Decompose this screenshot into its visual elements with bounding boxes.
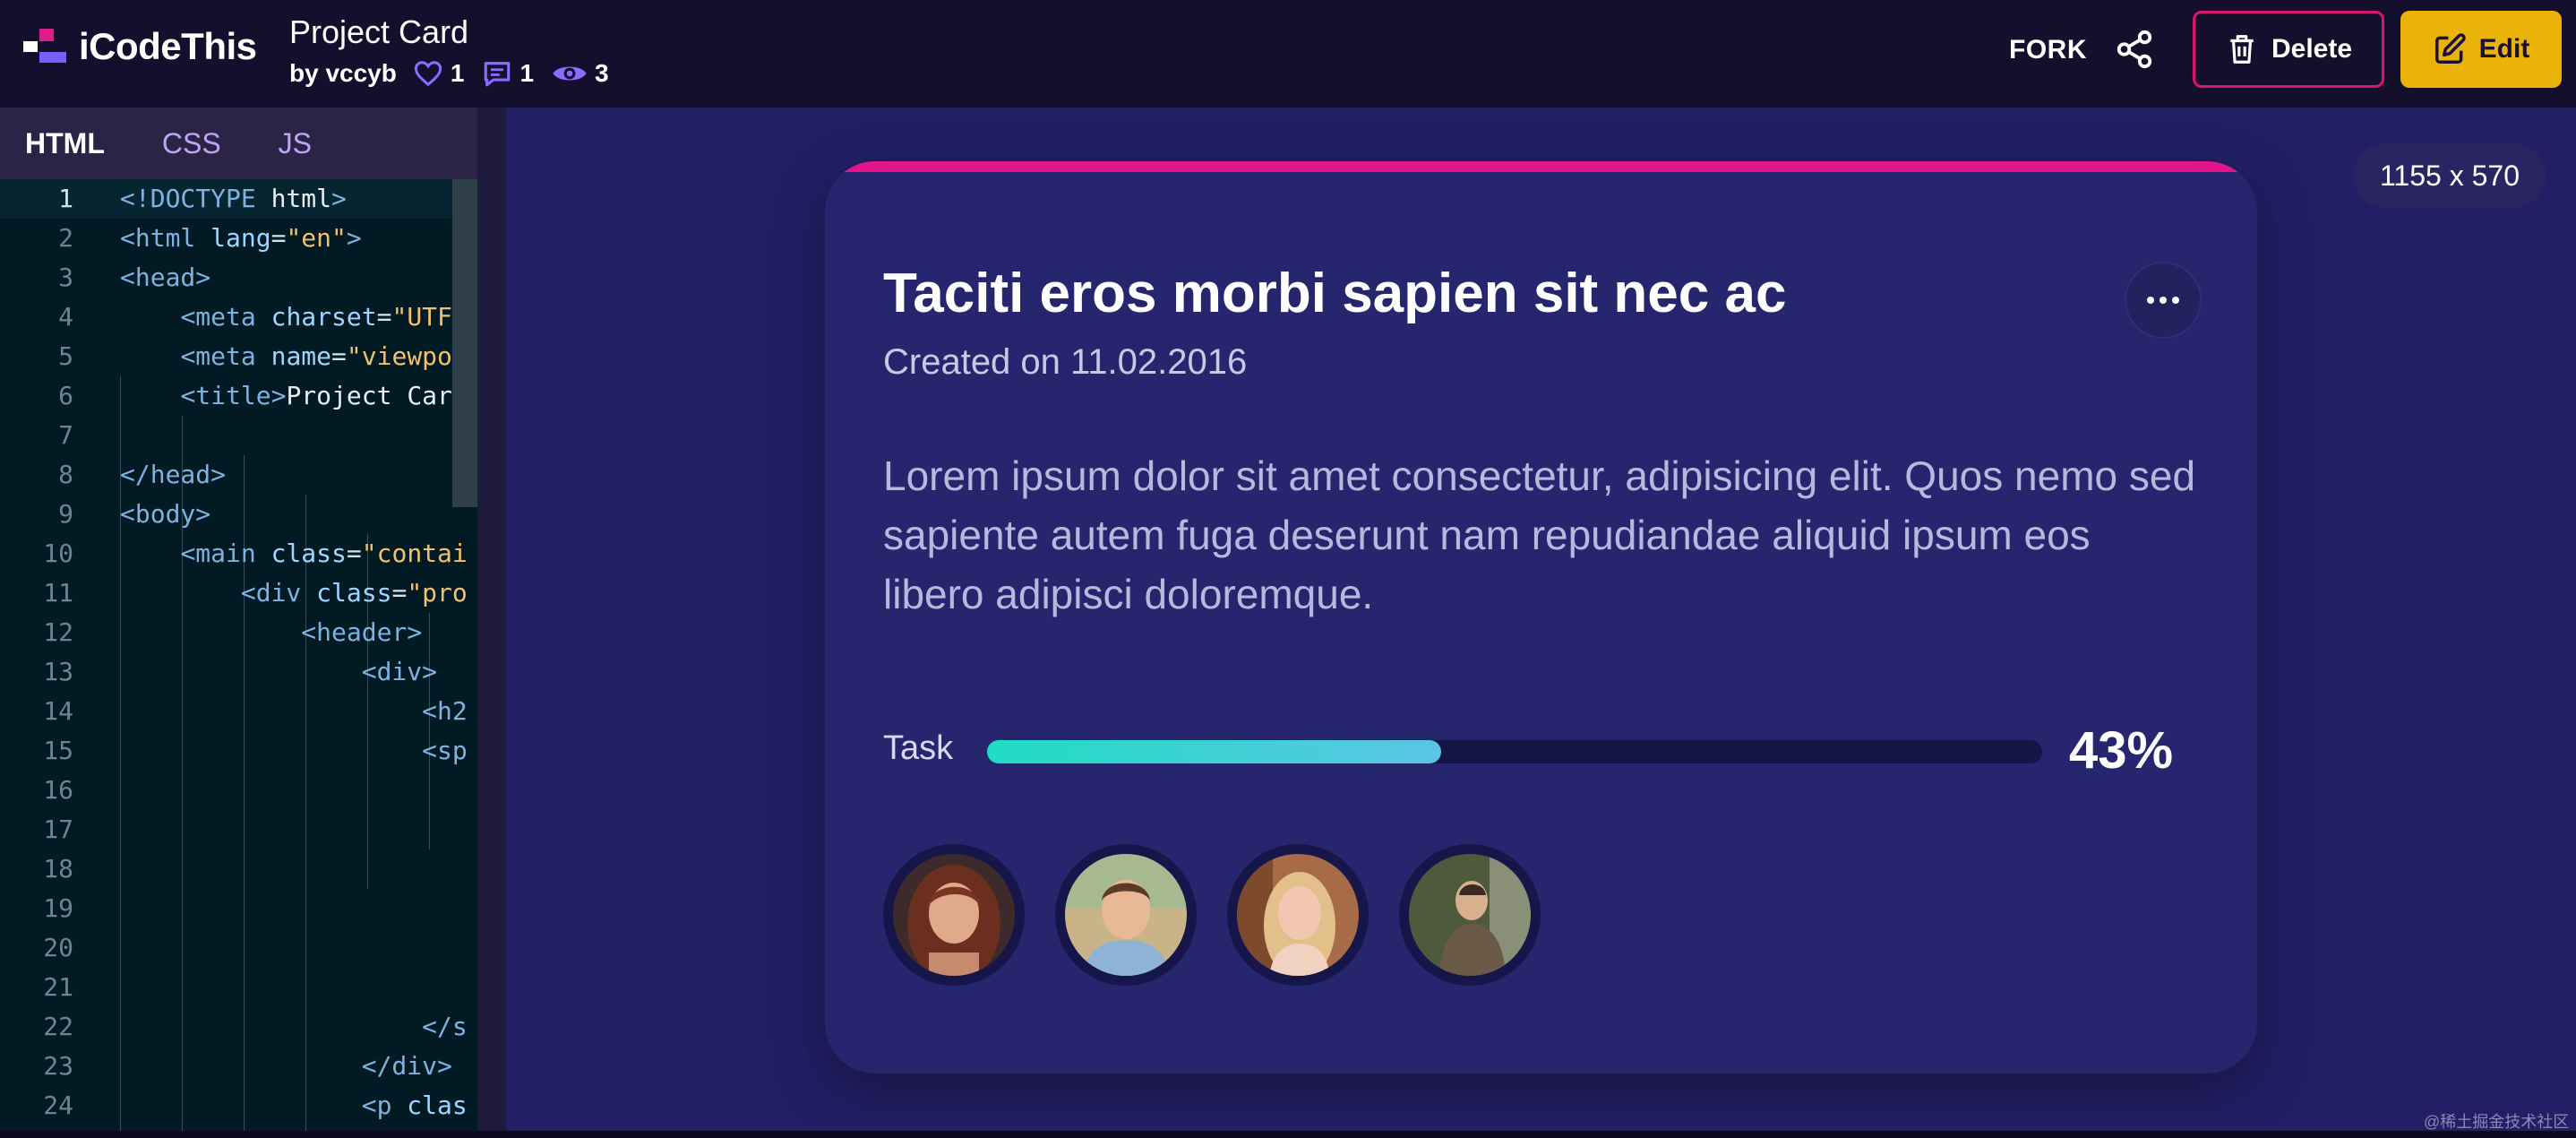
edit-button[interactable]: Edit (2400, 11, 2562, 88)
more-options-button[interactable] (2125, 262, 2202, 339)
delete-label: Delete (2271, 34, 2353, 64)
code-line: 2 <html lang="en"> (58, 223, 362, 253)
progress-fill (987, 740, 1441, 763)
avatar[interactable] (1399, 844, 1541, 986)
project-header: Project Card by vccyb 1 1 3 (289, 13, 627, 88)
code-line: 4 <meta charset="UTF- (58, 302, 468, 332)
comments-stat[interactable]: 1 (482, 59, 534, 88)
views-stat: 3 (552, 59, 609, 88)
edit-label: Edit (2478, 34, 2530, 64)
code-line: 7 (58, 420, 73, 450)
likes-count: 1 (450, 59, 465, 87)
avatar[interactable] (1227, 844, 1369, 986)
code-line: 5 <meta name="viewpor (58, 341, 468, 371)
bottom-edge (0, 1131, 2576, 1138)
share-icon (2117, 30, 2152, 69)
tab-css[interactable]: CSS (162, 127, 221, 160)
code-line: 23 </div> (43, 1051, 452, 1081)
likes-stat[interactable]: 1 (413, 59, 465, 88)
code-line: 19 (43, 893, 73, 923)
comment-icon (485, 62, 511, 87)
code-area[interactable]: 1 <!DOCTYPE html> 2 <html lang="en"> 3 <hea… (0, 179, 477, 1131)
delete-button[interactable]: Delete (2193, 11, 2384, 88)
card-description: Lorem ipsum dolor sit amet consectetur, … (883, 453, 2196, 617)
code-line: 3 <head> (58, 263, 211, 292)
edit-icon (2434, 33, 2466, 64)
project-card: Taciti eros morbi sapien sit nec ac Crea… (825, 161, 2257, 1073)
code-line: 6 <title>Project Card (58, 381, 468, 410)
code-line: 16 (43, 775, 73, 805)
comments-count: 1 (519, 59, 535, 87)
code-line: 13 <div> (43, 657, 438, 686)
editor-scrollbar[interactable] (452, 179, 477, 507)
author-link[interactable]: by vccyb (289, 59, 397, 88)
man-avatar-icon (1065, 854, 1187, 976)
dot-icon (2160, 297, 2167, 304)
fork-button[interactable]: FORK (2009, 35, 2087, 65)
share-button[interactable] (2114, 29, 2155, 70)
progress-percent: 43% (2069, 721, 2174, 780)
code-line: 12 <header> (43, 617, 423, 647)
tab-html[interactable]: HTML (25, 127, 105, 160)
project-title: Project Card (289, 13, 469, 50)
dot-icon (2172, 297, 2179, 304)
code-line: 18 (43, 854, 73, 884)
top-bar: iCodeThis Project Card by vccyb 1 1 3 FO… (0, 0, 2576, 108)
code-line: 17 (43, 815, 73, 844)
woman-avatar-icon (893, 854, 1015, 976)
logo-mark-icon (23, 27, 68, 66)
tab-js[interactable]: JS (279, 127, 312, 160)
code-line: 1 <!DOCTYPE html> (0, 179, 477, 219)
avatar[interactable] (1055, 844, 1197, 986)
editor-tabs: HTML CSS JS (0, 108, 477, 179)
progress-track (987, 740, 2042, 763)
site-logo[interactable]: iCodeThis (23, 25, 257, 67)
task-label: Task (883, 729, 954, 767)
dot-icon (2147, 297, 2154, 304)
man-avatar-icon (1409, 854, 1531, 976)
trash-icon (2230, 35, 2254, 64)
avatar[interactable] (883, 844, 1025, 986)
team-avatars (883, 844, 1571, 986)
viewport-dimensions-badge: 1155 x 570 (2354, 143, 2546, 208)
card-accent-bar (825, 161, 2257, 172)
views-count: 3 (595, 59, 609, 87)
eye-icon (553, 66, 587, 81)
code-line: 14 <h2 (43, 696, 468, 726)
code-line: 20 (43, 933, 73, 962)
code-line: 11 <div class="pro (43, 578, 468, 608)
code-line: 22 </s (43, 1012, 468, 1041)
woman-avatar-icon (1237, 854, 1359, 976)
heart-icon (414, 61, 442, 87)
code-line: 8 </head> (58, 460, 227, 489)
code-line: 10 <main class="contai (43, 539, 468, 568)
code-line: 9 <body> (58, 499, 211, 529)
project-meta: by vccyb 1 1 3 (289, 59, 627, 88)
watermark-text: @稀土掘金技术社区 (2424, 1113, 2570, 1131)
code-editor-panel: HTML CSS JS 1 <!DOCTYPE html> 2 <html lang… (0, 108, 477, 1131)
card-date: Created on 11.02.2016 (883, 342, 1248, 382)
code-line: 21 (43, 972, 73, 1002)
code-line: 15 <sp (43, 736, 468, 765)
logo-text: iCodeThis (79, 25, 257, 67)
card-title: Taciti eros morbi sapien sit nec ac (883, 263, 1787, 324)
code-line: 24 <p clas (43, 1091, 468, 1120)
panel-resize-handle[interactable] (477, 108, 506, 1131)
